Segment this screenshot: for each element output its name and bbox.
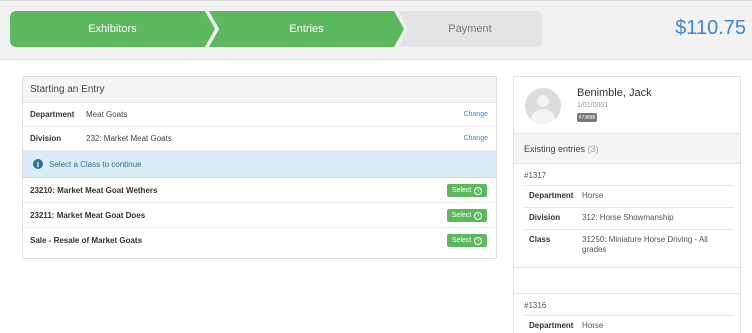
select-label: Select xyxy=(451,237,472,244)
arrow-circle-right-icon: › xyxy=(474,236,483,245)
step-entries[interactable]: Entries xyxy=(209,11,404,47)
class-row: 23211: Market Meat Goat Does Select › xyxy=(23,203,496,228)
exhibitor-badge: #73888 xyxy=(577,113,597,122)
department-row: Department Meat Goats Change xyxy=(23,103,496,127)
user-placeholder-icon xyxy=(525,88,561,124)
entry-detail-row: Class 31250: Miniature Horse Driving - A… xyxy=(524,230,734,262)
class-row: Sale - Resale of Market Goats Select › xyxy=(23,228,496,253)
entry-detail-row: Department Horse xyxy=(524,186,734,208)
division-label: Division xyxy=(30,134,62,143)
detail-key: Division xyxy=(529,212,561,222)
department-label: Department xyxy=(30,110,75,119)
existing-entries-heading: Existing entries (3) xyxy=(514,134,740,164)
exhibitor-profile: Benimble, Jack 1/01/0001 #73888 xyxy=(514,77,740,134)
entry-separator xyxy=(514,268,740,295)
wizard-header: Exhibitors Entries Payment $110.75 xyxy=(0,0,752,60)
detail-value: 31250: Miniature Horse Driving - All gra… xyxy=(582,234,708,255)
step-label: Payment xyxy=(448,23,492,35)
class-row: 23210: Market Meat Goat Wethers Select › xyxy=(23,178,496,203)
detail-key: Department xyxy=(529,191,574,200)
exhibitor-sidebar: Benimble, Jack 1/01/0001 #73888 Existing… xyxy=(513,76,741,333)
entry-id: #1316 xyxy=(524,301,547,311)
existing-count: (3) xyxy=(587,144,599,154)
step-exhibitors[interactable]: Exhibitors xyxy=(10,11,215,47)
select-class-button[interactable]: Select › xyxy=(447,234,487,247)
step-payment[interactable]: Payment xyxy=(398,11,542,47)
entry-details: Department Horse xyxy=(524,315,734,333)
select-label: Select xyxy=(451,187,472,194)
exhibitor-name: Benimble, Jack xyxy=(577,87,652,99)
wizard-steps: Exhibitors Entries Payment xyxy=(10,11,542,47)
detail-key: Department xyxy=(529,321,574,331)
order-total: $110.75 xyxy=(675,17,746,39)
change-department-link[interactable]: Change xyxy=(463,111,488,118)
department-value: Meat Goats xyxy=(86,110,128,119)
alert-text: Select a Class to continue xyxy=(49,159,142,169)
panel-heading: Starting an Entry xyxy=(23,77,496,103)
exhibitor-date: 1/01/0001 xyxy=(577,102,609,109)
existing-label: Existing entries xyxy=(524,144,586,154)
starting-entry-panel: Starting an Entry Department Meat Goats … xyxy=(22,76,497,259)
change-division-link[interactable]: Change xyxy=(463,135,488,142)
division-row: Division 232: Market Meat Goats Change xyxy=(23,127,496,151)
step-label: Exhibitors xyxy=(88,23,137,35)
entry-detail-row: Division 312: Horse Showmanship xyxy=(524,208,734,230)
existing-entry: #1317 Department Horse Division 312: Hor… xyxy=(514,164,740,269)
entry-id: #1317 xyxy=(524,171,547,180)
class-label: Sale - Resale of Market Goats xyxy=(30,236,143,245)
existing-entry: #1316 Department Horse xyxy=(514,294,740,333)
detail-value: Horse xyxy=(582,191,604,200)
class-label: 23210: Market Meat Goat Wethers xyxy=(30,185,158,195)
arrow-circle-right-icon: › xyxy=(474,186,483,195)
entry-details: Department Horse Division 312: Horse Sho… xyxy=(524,185,734,261)
step-label: Entries xyxy=(289,23,324,35)
class-label: 23211: Market Meat Goat Does xyxy=(30,210,146,220)
arrow-circle-right-icon: › xyxy=(474,211,483,220)
detail-value: Horse xyxy=(582,321,604,331)
division-value: 232: Market Meat Goats xyxy=(86,134,172,143)
select-class-button[interactable]: Select › xyxy=(447,209,487,222)
entry-detail-row: Department Horse xyxy=(524,316,734,333)
detail-key: Class xyxy=(529,234,551,244)
select-class-alert: i Select a Class to continue xyxy=(23,151,496,178)
select-label: Select xyxy=(451,212,472,219)
detail-value: 312: Horse Showmanship xyxy=(582,212,674,222)
info-circle-icon: i xyxy=(33,159,43,169)
select-class-button[interactable]: Select › xyxy=(447,184,487,197)
